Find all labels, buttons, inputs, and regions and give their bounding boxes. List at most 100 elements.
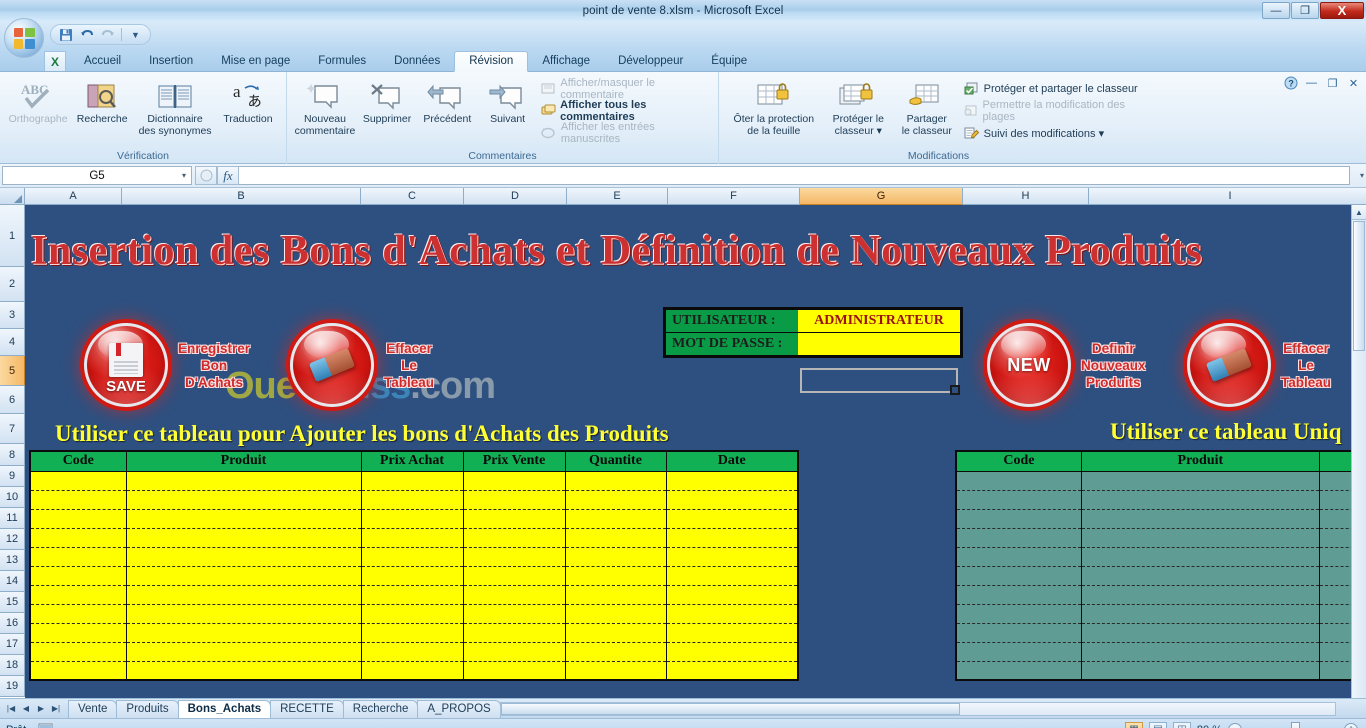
sheet-tab-bons-achats[interactable]: Bons_Achats [177,699,272,718]
dictionnaire-synonymes-button[interactable]: Dictionnaire des synonymes [134,75,216,137]
page-break-preview-button[interactable]: ◫ [1172,721,1191,728]
sheet-tab-produits[interactable]: Produits [116,699,179,718]
table-row[interactable] [955,604,1366,624]
previous-sheet-icon[interactable]: ◀ [19,702,33,716]
restore-button[interactable]: ❐ [1291,2,1319,19]
row-header-16[interactable]: 16 [0,613,25,634]
horizontal-scroll-thumb[interactable] [501,702,960,715]
tab-donnees[interactable]: Données [380,52,454,71]
customize-icon[interactable]: ▼ [126,26,145,43]
suivi-modifications-item[interactable]: Suivi des modifications ▾ [960,122,1152,144]
zoom-slider[interactable]: − + [1228,722,1358,728]
table-row[interactable] [29,642,799,662]
table-row[interactable] [29,661,799,681]
table-row[interactable] [955,509,1366,529]
table-row[interactable] [29,490,799,510]
row-header-14[interactable]: 14 [0,571,25,592]
table-row[interactable] [29,528,799,548]
table-row[interactable] [955,566,1366,586]
row-header-1[interactable]: 1 [0,205,25,267]
column-header-i[interactable]: I [1089,188,1366,205]
table-row[interactable] [29,585,799,605]
row-header-12[interactable]: 12 [0,529,25,550]
expand-formula-bar-icon[interactable]: ▾ [1360,171,1364,180]
insert-function-button[interactable]: fx [217,166,239,185]
traduction-button[interactable]: aぁ Traduction [216,75,280,125]
office-button[interactable] [4,18,44,58]
row-header-13[interactable]: 13 [0,550,25,571]
sheet-tab-recherche[interactable]: Recherche [342,699,419,718]
zoom-knob[interactable] [1291,722,1300,728]
row-header-6[interactable]: 6 [0,386,25,414]
row-header-2[interactable]: 2 [0,267,25,302]
tab-insertion[interactable]: Insertion [135,52,207,71]
row-header-10[interactable]: 10 [0,487,25,508]
oter-protection-feuille-button[interactable]: Ôter la protection de la feuille [725,75,823,137]
minimize-ribbon-icon[interactable]: — [1303,75,1320,91]
scroll-up-icon[interactable]: ▲ [1352,205,1366,220]
table-row[interactable] [29,566,799,586]
sheet-tab-a-propos[interactable]: A_PROPOS [417,699,501,718]
column-header-e[interactable]: E [567,188,668,205]
table-row[interactable] [955,471,1366,491]
help-icon[interactable]: ? [1282,75,1299,91]
supprimer-commentaire-button[interactable]: Supprimer [357,75,417,125]
save-purchase-order-button[interactable]: SAVE Enregistrer Bon D'Achats [84,323,250,407]
table-row[interactable] [955,661,1366,681]
first-sheet-icon[interactable]: |◀ [4,702,18,716]
last-sheet-icon[interactable]: ▶| [49,702,63,716]
column-header-f[interactable]: F [668,188,800,205]
table-row[interactable] [955,528,1366,548]
sheet-tab-recette[interactable]: RECETTE [270,699,344,718]
nouveau-commentaire-button[interactable]: Nouveau commentaire [293,75,357,137]
row-header-5[interactable]: 5 [0,356,25,386]
proteger-partager-classeur-item[interactable]: Protéger et partager le classeur [960,78,1152,100]
suivant-commentaire-button[interactable]: Suivant [477,75,537,125]
row-header-18[interactable]: 18 [0,655,25,676]
row-header-15[interactable]: 15 [0,592,25,613]
permettre-modification-plages-item[interactable]: Permettre la modification des plages [960,99,1152,123]
table-row[interactable] [29,471,799,491]
tab-developpeur[interactable]: Développeur [604,52,697,71]
tab-mise-en-page[interactable]: Mise en page [207,52,304,71]
zoom-out-button[interactable]: − [1228,722,1242,728]
cancel-icon[interactable] [195,166,217,185]
afficher-tous-commentaires-item[interactable]: Afficher tous les commentaires [538,99,712,123]
column-header-c[interactable]: C [361,188,464,205]
horizontal-scrollbar[interactable] [500,701,1336,716]
tab-accueil[interactable]: Accueil [70,52,135,71]
select-all-corner[interactable] [0,188,25,205]
table-row[interactable] [955,585,1366,605]
name-box[interactable]: G5 ▾ [2,166,192,185]
column-header-d[interactable]: D [464,188,567,205]
zoom-in-button[interactable]: + [1344,722,1358,728]
table-row[interactable] [29,604,799,624]
orthographe-button[interactable]: ABC Orthographe [6,75,70,125]
undo-icon[interactable] [77,26,96,43]
tab-equipe[interactable]: Équipe [697,52,761,71]
proteger-classeur-button[interactable]: Protéger le classeur ▾ [823,75,894,137]
table-row[interactable] [29,509,799,529]
close-window-icon[interactable]: ✕ [1345,75,1362,91]
column-header-h[interactable]: H [963,188,1089,205]
page-layout-view-button[interactable]: ▤ [1148,721,1167,728]
chevron-down-icon[interactable]: ▾ [182,171,186,180]
selected-cell-g5[interactable] [800,368,960,395]
table-row[interactable] [955,490,1366,510]
define-new-products-button[interactable]: NEW Definir Nouveaux Produits [987,323,1146,407]
password-value[interactable] [798,333,960,355]
precedent-commentaire-button[interactable]: Précédent [417,75,477,125]
recherche-button[interactable]: Recherche [70,75,134,125]
column-header-b[interactable]: B [122,188,361,205]
tab-revision[interactable]: Révision [454,51,529,72]
row-header-11[interactable]: 11 [0,508,25,529]
vertical-scroll-thumb[interactable] [1353,221,1365,351]
afficher-entrees-manuscrites-item[interactable]: Afficher les entrées manuscrites [538,121,712,145]
table-row[interactable] [955,547,1366,567]
tab-formules[interactable]: Formules [304,52,380,71]
row-header-8[interactable]: 8 [0,444,25,466]
row-header-17[interactable]: 17 [0,634,25,655]
normal-view-button[interactable]: ▦ [1124,721,1143,728]
sheet-tab-vente[interactable]: Vente [68,699,118,718]
save-icon[interactable] [56,26,75,43]
